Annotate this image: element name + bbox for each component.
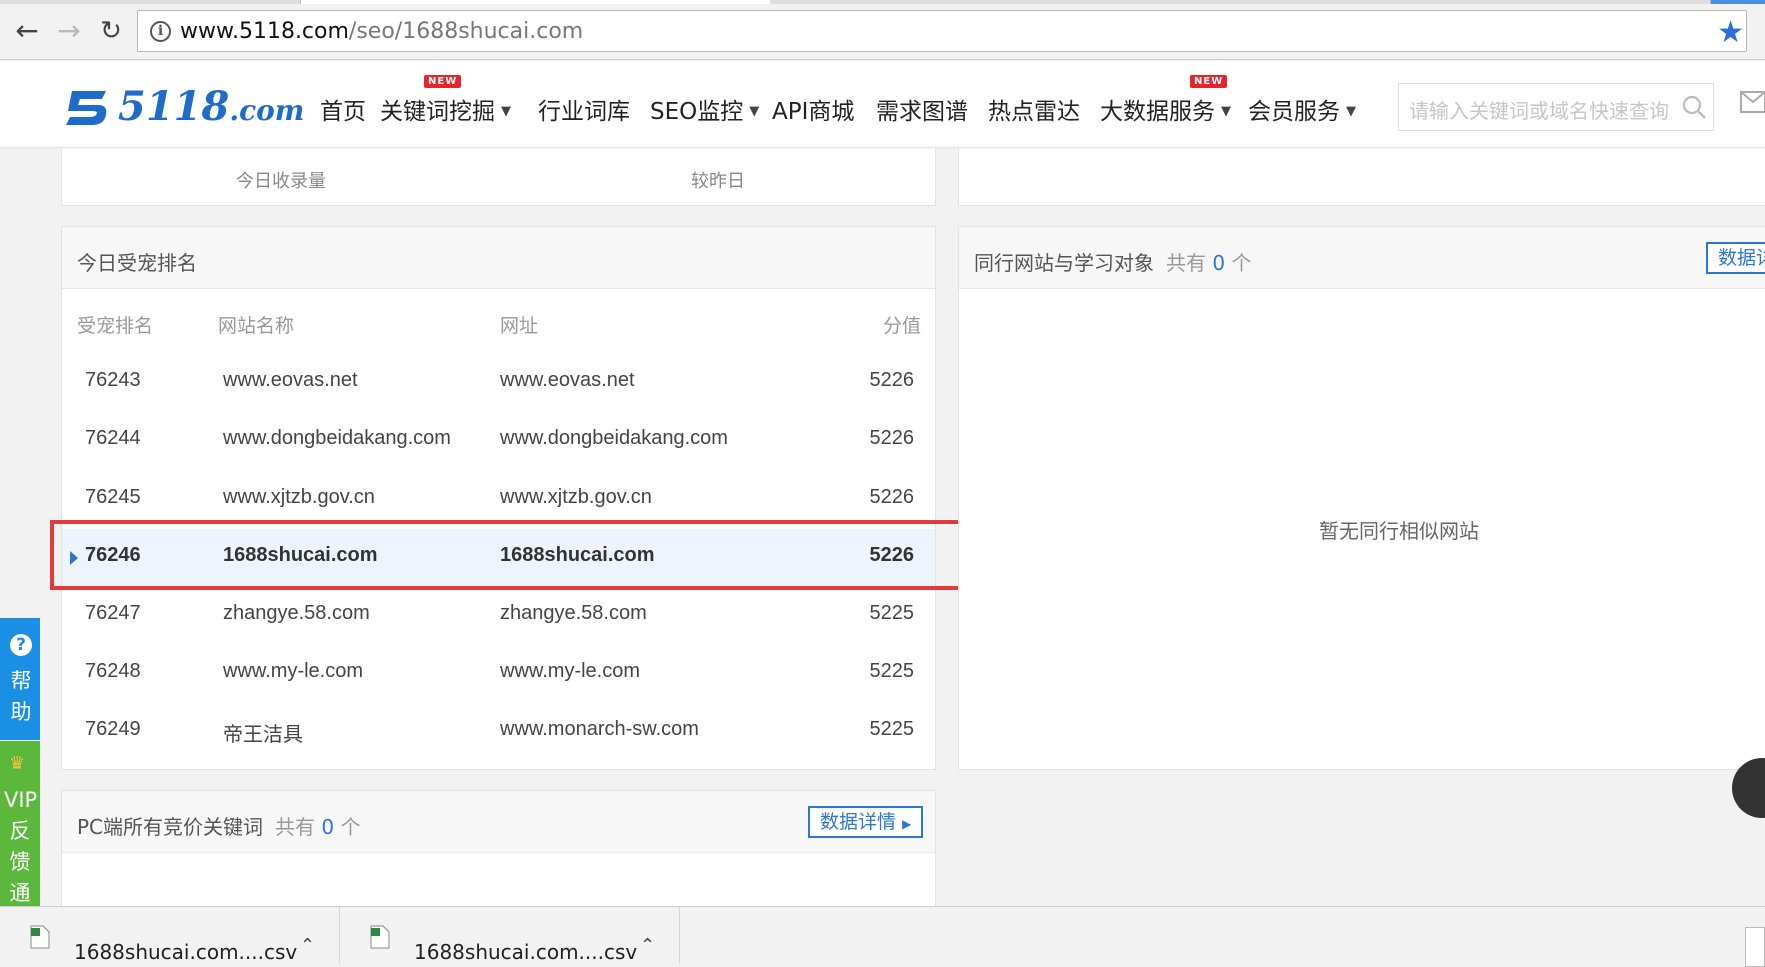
table-row[interactable]: 76247 zhangye.58.com zhangye.58.com 5225 bbox=[62, 587, 935, 645]
download-file-name: 1688shucai.com....csv bbox=[74, 940, 298, 964]
column-header: 分值 bbox=[882, 315, 921, 337]
rank-cell: 76245 bbox=[85, 486, 141, 508]
site-logo[interactable]: 5118.com bbox=[62, 83, 304, 131]
chevron-up-icon[interactable]: ⌃ bbox=[300, 935, 315, 956]
csv-file-icon bbox=[370, 925, 390, 949]
score-cell: 5225 bbox=[869, 718, 915, 740]
show-all-downloads-button[interactable] bbox=[1745, 927, 1765, 967]
rank-panel: 今日受宠排名 受宠排名 网站名称 网址 分值 76243 www.eovas.n… bbox=[61, 226, 936, 770]
reload-button[interactable]: ↻ bbox=[94, 14, 128, 48]
dropdown-caret-icon: ▼ bbox=[1346, 104, 1356, 119]
panel-title: 同行网站与学习对象 共有 0 个 bbox=[974, 251, 1252, 275]
download-shelf: 1688shucai.com....csv ⌃ 1688shucai.com..… bbox=[0, 906, 1765, 967]
score-cell: 5226 bbox=[869, 369, 915, 391]
info-icon[interactable]: i bbox=[150, 21, 171, 42]
panel-title: PC端所有竞价关键词 共有 0 个 bbox=[77, 815, 361, 839]
stat-label-today-indexed: 今日收录量 bbox=[236, 171, 326, 192]
panel-header: PC端所有竞价关键词 共有 0 个 数据详情 ▶ bbox=[62, 791, 935, 853]
site-name-cell: www.eovas.net bbox=[223, 369, 358, 391]
rank-cell: 76247 bbox=[85, 602, 141, 624]
mail-icon[interactable] bbox=[1740, 91, 1765, 113]
panel-header: 同行网站与学习对象共有 0 个 数据详 bbox=[959, 227, 1765, 289]
question-icon: ? bbox=[10, 634, 32, 656]
site-header: 5118.com 首页 NEW 关键词挖掘 ▼ 行业词库 SEO监控 ▼ API商城… bbox=[0, 61, 1765, 148]
csv-file-icon bbox=[30, 925, 50, 949]
nav-home[interactable]: 首页 bbox=[320, 92, 366, 126]
url-text[interactable]: www.5118.com/seo/1688shucai.com bbox=[180, 19, 583, 44]
url-cell[interactable]: www.xjtzb.gov.cn bbox=[500, 486, 652, 509]
url-cell[interactable]: www.dongbeidakang.com bbox=[500, 427, 728, 450]
nav-hot-radar[interactable]: 热点雷达 bbox=[988, 92, 1080, 126]
score-cell: 5226 bbox=[869, 427, 915, 449]
peer-sites-panel: 同行网站与学习对象共有 0 个 数据详 暂无同行相似网站 bbox=[958, 226, 1765, 770]
site-name-cell: www.xjtzb.gov.cn bbox=[223, 486, 375, 508]
data-detail-button[interactable]: 数据详 bbox=[1706, 242, 1765, 274]
site-name-cell: www.my-le.com bbox=[223, 660, 364, 682]
score-cell: 5225 bbox=[869, 660, 915, 682]
table-row[interactable]: 76244 www.dongbeidakang.com www.dongbeid… bbox=[62, 412, 935, 470]
rank-cell: 76249 bbox=[85, 718, 141, 740]
forward-button[interactable]: → bbox=[52, 14, 86, 48]
nav-membership[interactable]: 会员服务 ▼ bbox=[1248, 92, 1356, 126]
chevron-right-icon: ▶ bbox=[902, 817, 912, 831]
empty-state-text: 暂无同行相似网站 bbox=[1319, 519, 1479, 543]
search-icon[interactable] bbox=[1681, 94, 1707, 120]
panel-title: 今日受宠排名 bbox=[77, 251, 197, 275]
url-cell[interactable]: www.my-le.com bbox=[500, 660, 640, 683]
site-name-cell: zhangye.58.com bbox=[223, 602, 370, 624]
score-cell: 5226 bbox=[869, 486, 915, 508]
rank-cell: 76243 bbox=[85, 369, 141, 391]
score-cell: 5225 bbox=[869, 602, 915, 624]
chevron-up-icon[interactable]: ⌃ bbox=[640, 935, 655, 956]
browser-toolbar: ← → ↻ i www.5118.com/seo/1688shucai.com … bbox=[0, 0, 1765, 60]
site-name-cell: 帝王洁具 bbox=[223, 724, 303, 746]
new-badge: NEW bbox=[424, 75, 462, 88]
rank-cell: 76244 bbox=[85, 427, 141, 449]
nav-industry-lexicon[interactable]: 行业词库 bbox=[538, 92, 630, 126]
column-header: 网站名称 bbox=[218, 315, 295, 337]
nav-keyword-mining[interactable]: 关键词挖掘 ▼ bbox=[380, 92, 511, 126]
logo-wordmark: 5118.com bbox=[118, 83, 305, 130]
rank-cell: 76248 bbox=[85, 660, 141, 682]
panel-header: 今日受宠排名 bbox=[62, 227, 935, 289]
site-name-cell: www.dongbeidakang.com bbox=[223, 427, 451, 449]
bookmark-star-icon[interactable]: ★ bbox=[1717, 15, 1744, 50]
nav-seo-monitor[interactable]: SEO监控 ▼ bbox=[650, 92, 759, 126]
help-label: 帮助 bbox=[10, 669, 32, 724]
download-item[interactable]: 1688shucai.com....csv ⌃ bbox=[340, 907, 680, 964]
tab-strip bbox=[0, 0, 1765, 4]
column-header: 网址 bbox=[500, 315, 539, 337]
data-detail-button[interactable]: 数据详情 ▶ bbox=[808, 806, 924, 838]
stats-panel-right bbox=[958, 149, 1765, 206]
table-row[interactable]: 76249 帝王洁具 www.monarch-sw.com 5225 bbox=[62, 703, 935, 761]
highlight-annotation-box bbox=[50, 520, 968, 590]
url-cell[interactable]: www.monarch-sw.com bbox=[500, 718, 699, 741]
help-float-button[interactable]: ? 帮助 bbox=[0, 618, 40, 740]
dropdown-caret-icon: ▼ bbox=[501, 104, 511, 119]
vip-feedback-label: VIP 反馈通 bbox=[4, 788, 38, 905]
logo-mark-icon bbox=[66, 91, 107, 125]
table-row[interactable]: 76243 www.eovas.net www.eovas.net 5226 bbox=[62, 354, 935, 412]
search-input[interactable]: 请输入关键词或域名快速查询 bbox=[1398, 83, 1714, 131]
vip-feedback-float-button[interactable]: ♛ VIP 反馈通 bbox=[0, 741, 40, 911]
url-cell[interactable]: zhangye.58.com bbox=[500, 602, 647, 625]
address-bar[interactable]: i www.5118.com/seo/1688shucai.com ★ bbox=[137, 10, 1747, 52]
new-badge: NEW bbox=[1190, 75, 1228, 88]
table-row[interactable]: 76248 www.my-le.com www.my-le.com 5225 bbox=[62, 645, 935, 703]
stat-label-vs-yesterday: 较昨日 bbox=[691, 171, 745, 192]
download-file-name: 1688shucai.com....csv bbox=[414, 940, 638, 964]
nav-api-store[interactable]: API商城 bbox=[772, 92, 854, 126]
dropdown-caret-icon: ▼ bbox=[749, 104, 760, 119]
crown-icon: ♛ bbox=[9, 753, 26, 774]
stats-panel: 今日收录量 较昨日 bbox=[61, 149, 936, 206]
ppc-keywords-panel: PC端所有竞价关键词 共有 0 个 数据详情 ▶ bbox=[61, 790, 936, 920]
dropdown-caret-icon: ▼ bbox=[1221, 104, 1231, 119]
download-item[interactable]: 1688shucai.com....csv ⌃ bbox=[0, 907, 340, 964]
column-header: 受宠排名 bbox=[77, 315, 154, 337]
nav-big-data[interactable]: 大数据服务 ▼ bbox=[1100, 92, 1231, 126]
nav-demand-graph[interactable]: 需求图谱 bbox=[876, 92, 968, 126]
back-button[interactable]: ← bbox=[10, 14, 44, 48]
url-cell[interactable]: www.eovas.net bbox=[500, 369, 635, 392]
search-placeholder: 请输入关键词或域名快速查询 bbox=[1409, 99, 1669, 123]
